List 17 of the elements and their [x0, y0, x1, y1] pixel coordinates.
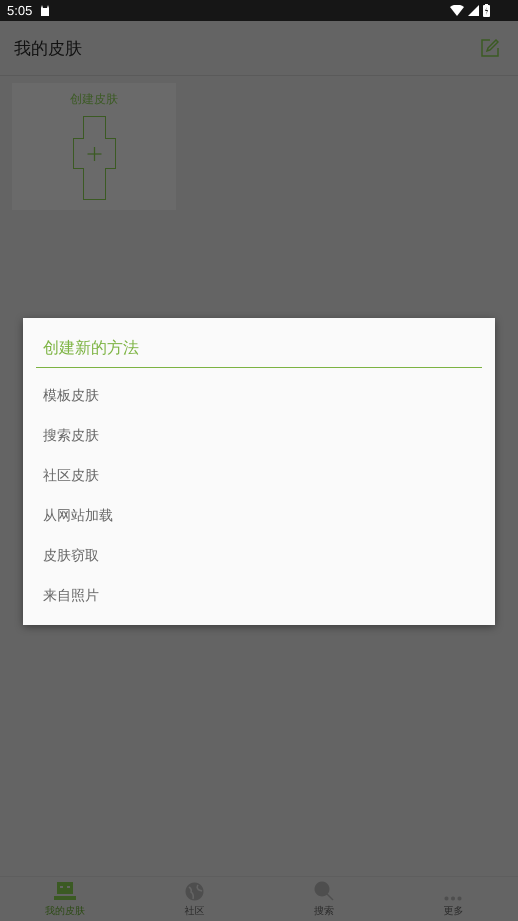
signal-icon — [468, 5, 479, 16]
card-label: 创建皮肤 — [70, 91, 118, 108]
notification-icon — [40, 5, 50, 16]
wifi-icon — [450, 5, 464, 16]
dialog-option[interactable]: 来自照片 — [36, 576, 482, 616]
dialog-option[interactable]: 搜索皮肤 — [36, 416, 482, 456]
dialog-option[interactable]: 从网站加载 — [36, 496, 482, 536]
status-time: 5:05 — [7, 3, 32, 18]
battery-icon — [483, 4, 490, 17]
skin-plus-icon — [72, 116, 116, 200]
robot-icon — [54, 882, 76, 901]
dialog-option[interactable]: 模板皮肤 — [36, 376, 482, 416]
page-title: 我的皮肤 — [14, 38, 82, 60]
dialog-title: 创建新的方法 — [36, 318, 482, 368]
dialog-option[interactable]: 皮肤窃取 — [36, 536, 482, 576]
dialog-option[interactable]: 社区皮肤 — [36, 456, 482, 496]
edit-icon[interactable] — [481, 39, 499, 57]
